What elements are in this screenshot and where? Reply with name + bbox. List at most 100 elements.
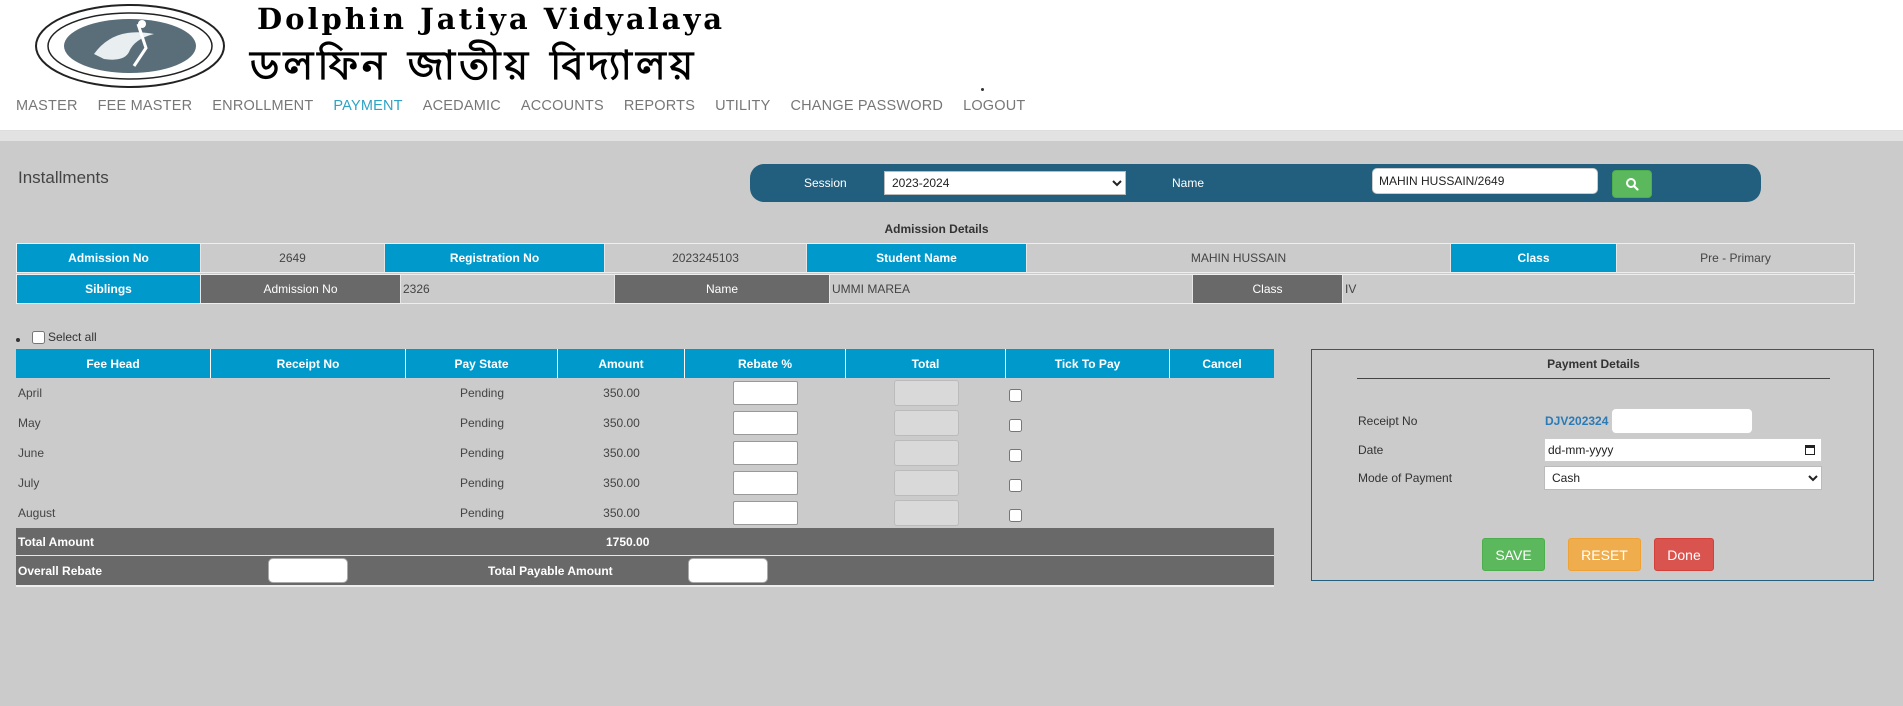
col-amount: Amount xyxy=(558,349,685,378)
installments-header: Fee Head Receipt No Pay State Amount Reb… xyxy=(16,349,1274,378)
tick-to-pay-checkbox[interactable] xyxy=(1009,478,1022,492)
rebate-input[interactable] xyxy=(733,501,798,525)
list-bullet xyxy=(16,338,20,342)
header-divider xyxy=(0,131,1903,141)
admission-details-title: Admission Details xyxy=(884,222,989,236)
col-total: Total xyxy=(846,349,1006,378)
receipt-no-cell xyxy=(211,408,406,438)
overall-rebate-input[interactable] xyxy=(268,558,348,583)
select-all-label: Select all xyxy=(48,330,97,344)
select-all-checkbox[interactable] xyxy=(32,330,45,344)
nav-fee-master[interactable]: FEE MASTER xyxy=(98,98,193,114)
tick-cell xyxy=(1006,468,1170,498)
rebate-input[interactable] xyxy=(733,441,798,465)
total-amount-row: Total Amount 1750.00 xyxy=(16,528,1274,556)
fee-head-cell: August xyxy=(18,506,56,520)
search-bar: Session 2023-2024 Name xyxy=(750,164,1761,202)
amount-cell: 350.00 xyxy=(603,416,640,430)
total-cell xyxy=(846,468,1006,498)
mode-of-payment-select[interactable]: Cash xyxy=(1544,466,1822,490)
rebate-input[interactable] xyxy=(733,381,798,405)
total-field xyxy=(893,440,959,466)
reset-button[interactable]: RESET xyxy=(1568,538,1641,571)
receipt-prefix: DJV202324 xyxy=(1545,414,1609,428)
payment-details-title: Payment Details xyxy=(1357,357,1830,379)
registration-no-label: Registration No xyxy=(385,244,605,272)
done-button[interactable]: Done xyxy=(1654,538,1714,571)
table-row: July Pending 350.00 xyxy=(16,468,1274,498)
school-logo xyxy=(35,4,225,88)
search-icon xyxy=(1626,178,1639,191)
save-button[interactable]: SAVE xyxy=(1482,538,1545,571)
student-name-value: MAHIN HUSSAIN xyxy=(1027,244,1451,272)
fee-head-cell: April xyxy=(18,386,43,400)
nav-acedamic[interactable]: ACEDAMIC xyxy=(423,98,501,114)
tick-to-pay-checkbox[interactable] xyxy=(1009,418,1022,432)
mode-of-payment-label: Mode of Payment xyxy=(1358,471,1453,485)
calendar-icon[interactable] xyxy=(1805,445,1815,455)
search-button[interactable] xyxy=(1612,170,1652,198)
nav-enrollment[interactable]: ENROLLMENT xyxy=(212,98,313,114)
col-cancel: Cancel xyxy=(1202,356,1242,371)
amount-cell: 350.00 xyxy=(603,446,640,460)
col-receipt-no: Receipt No xyxy=(211,349,406,378)
receipt-no-cell xyxy=(211,378,406,408)
nav-reports[interactable]: REPORTS xyxy=(624,98,695,114)
total-payable-field xyxy=(688,558,768,583)
rebate-input[interactable] xyxy=(733,411,798,435)
rebate-input[interactable] xyxy=(733,471,798,495)
session-label: Session xyxy=(804,176,847,190)
tick-cell xyxy=(1006,408,1170,438)
nav-logout[interactable]: LOGOUT xyxy=(963,98,1025,114)
total-cell xyxy=(846,408,1006,438)
sibling-class-value: IV xyxy=(1343,275,1854,303)
name-search-input[interactable] xyxy=(1372,168,1598,194)
rebate-cell xyxy=(685,498,846,528)
pay-state-cell: Pending xyxy=(459,416,505,430)
class-value: Pre - Primary xyxy=(1617,244,1854,272)
tick-to-pay-checkbox[interactable] xyxy=(1009,388,1022,402)
col-fee-head: Fee Head xyxy=(16,349,211,378)
session-select[interactable]: 2023-2024 xyxy=(884,171,1126,195)
receipt-no-cell xyxy=(211,468,406,498)
tick-to-pay-checkbox[interactable] xyxy=(1009,508,1022,522)
rebate-cell xyxy=(685,438,846,468)
page-title: Installments xyxy=(18,168,109,187)
col-pay-state: Pay State xyxy=(406,349,558,378)
sibling-name-value: UMMI MAREA xyxy=(830,275,1193,303)
total-cell xyxy=(846,498,1006,528)
admission-no-value: 2649 xyxy=(201,244,385,272)
total-payable-label: Total Payable Amount xyxy=(488,563,613,578)
cancel-cell xyxy=(1170,438,1274,468)
total-field xyxy=(893,380,959,406)
nav-accounts[interactable]: ACCOUNTS xyxy=(521,98,604,114)
date-label: Date xyxy=(1358,443,1384,457)
tick-to-pay-checkbox[interactable] xyxy=(1009,448,1022,462)
class-label: Class xyxy=(1451,244,1617,272)
main-nav: MASTER FEE MASTER ENROLLMENT PAYMENT ACE… xyxy=(16,98,1046,114)
installments-table: Fee Head Receipt No Pay State Amount Reb… xyxy=(16,349,1274,587)
pay-state-cell: Pending xyxy=(459,446,505,460)
name-label: Name xyxy=(1172,176,1205,190)
select-all-control: Select all xyxy=(16,330,97,344)
fee-head-cell: July xyxy=(18,476,40,490)
date-placeholder: dd-mm-yyyy xyxy=(1548,443,1614,457)
school-name-english: Dolphin Jatiya Vidyalaya xyxy=(257,2,726,36)
cancel-cell xyxy=(1170,468,1274,498)
nav-utility[interactable]: UTILITY xyxy=(715,98,770,114)
amount-cell: 350.00 xyxy=(603,476,640,490)
date-input[interactable]: dd-mm-yyyy xyxy=(1544,438,1822,462)
nav-master[interactable]: MASTER xyxy=(16,98,78,114)
receipt-no-input[interactable] xyxy=(1611,408,1753,434)
receipt-no-label: Receipt No xyxy=(1358,414,1418,428)
pay-state-cell: Pending xyxy=(459,506,505,520)
col-tick-to-pay: Tick To Pay xyxy=(1006,349,1170,378)
siblings-row: Siblings Admission No 2326 Name UMMI MAR… xyxy=(16,274,1855,304)
rebate-cell xyxy=(685,408,846,438)
nav-change-password[interactable]: CHANGE PASSWORD xyxy=(790,98,943,114)
cancel-cell xyxy=(1170,378,1274,408)
amount-cell: 350.00 xyxy=(603,386,640,400)
nav-payment[interactable]: PAYMENT xyxy=(333,98,402,114)
student-name-label: Student Name xyxy=(807,244,1027,272)
nav-dot xyxy=(981,88,984,91)
